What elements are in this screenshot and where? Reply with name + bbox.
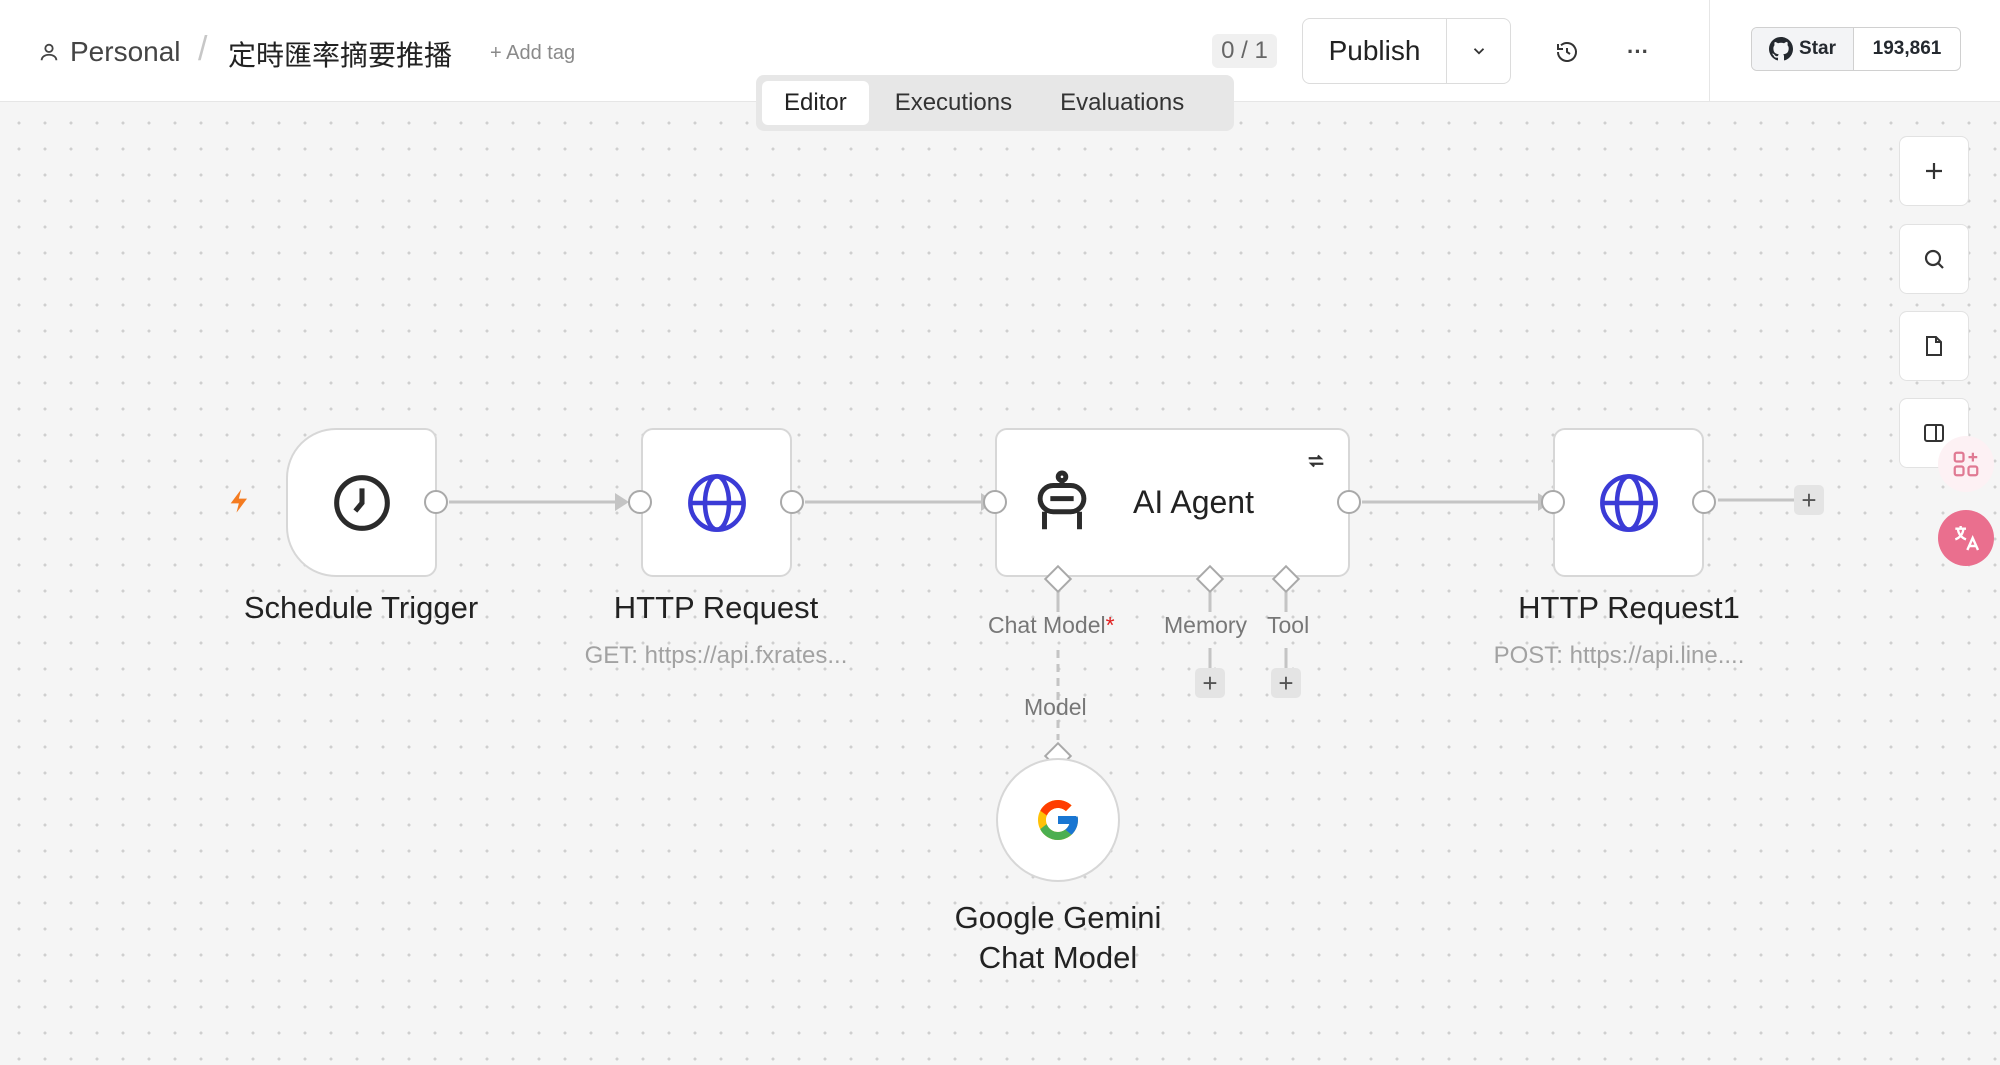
google-icon [1038,800,1078,840]
input-handle[interactable] [628,490,652,514]
node-google-gemini-chat-model[interactable] [996,758,1120,882]
node-subtitle-http-request1: POST: https://api.line.... [1493,642,1745,669]
add-tool-button[interactable]: + [1271,668,1301,698]
clock-icon [333,474,390,531]
globe-icon [687,473,746,532]
memory-label: Memory [1164,612,1248,638]
output-handle[interactable] [424,490,448,514]
node-title-http-request1: HTTP Request1 [1518,590,1740,625]
trigger-bolt-icon [230,489,247,513]
add-memory-button[interactable]: + [1195,668,1225,698]
output-handle[interactable] [1692,490,1716,514]
input-handle[interactable] [983,490,1007,514]
input-handle[interactable] [1541,490,1565,514]
chat-model-label: Chat Model* [988,612,1115,638]
output-handle[interactable] [780,490,804,514]
globe-icon [1599,473,1658,532]
node-title-schedule-trigger: Schedule Trigger [243,590,479,625]
node-ai-agent[interactable]: AI Agent [995,428,1350,577]
refresh-icon [1308,454,1324,468]
output-handle[interactable] [1337,490,1361,514]
node-http-request1[interactable] [1553,428,1704,577]
add-next-node-button[interactable]: + [1794,485,1824,515]
node-title-http-request: HTTP Request [613,590,819,625]
node-schedule-trigger[interactable] [286,428,437,577]
robot-icon [1037,469,1087,529]
node-title-google-gemini-chat-model: Google Gemini Chat Model [954,900,1162,975]
model-label: Model [1024,694,1087,720]
required-mark: * [1105,612,1115,638]
tool-label: Tool [1267,612,1310,638]
node-title-ai-agent: AI Agent [1133,484,1254,520]
node-http-request[interactable] [641,428,792,577]
node-subtitle-http-request: GET: https://api.fxrates... [584,642,848,669]
